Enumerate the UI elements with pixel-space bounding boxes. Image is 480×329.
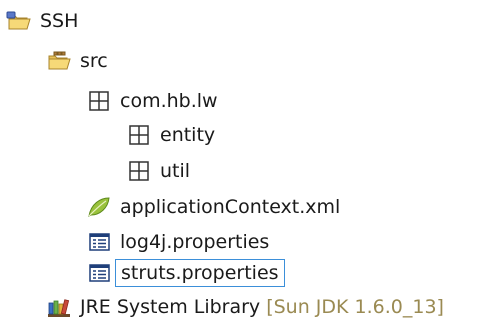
tree-node-label: util — [160, 160, 191, 182]
spring-leaf-icon — [86, 194, 112, 220]
tree-node-package-com-hb-lw[interactable]: com.hb.lw — [86, 86, 218, 116]
tree-node-package-util[interactable]: util — [126, 156, 190, 186]
tree-node-project-ssh[interactable]: SSH — [6, 6, 78, 36]
package-explorer-tree: SSH src com.hb.lw entity util applicatio… — [0, 0, 480, 329]
package-icon — [126, 122, 152, 148]
tree-node-label: JRE System Library — [80, 296, 261, 318]
tree-node-label-selected: struts.properties — [115, 259, 285, 287]
tree-node-label: entity — [160, 124, 216, 146]
tree-node-package-entity[interactable]: entity — [126, 120, 215, 150]
tree-node-label: com.hb.lw — [120, 90, 218, 112]
tree-node-label: SSH — [40, 10, 79, 32]
tree-node-jre-system-library[interactable]: JRE System Library [Sun JDK 1.6.0_13] — [46, 292, 444, 322]
package-icon — [126, 158, 152, 184]
tree-node-src-folder[interactable]: src — [46, 46, 108, 76]
jre-version-annotation: [Sun JDK 1.6.0_13] — [266, 296, 444, 318]
tree-node-label: log4j.properties — [120, 231, 270, 253]
project-folder-icon — [6, 8, 32, 34]
tree-node-file-struts-properties[interactable]: struts.properties — [86, 258, 285, 288]
library-books-icon — [46, 294, 72, 320]
tree-node-label: applicationContext.xml — [120, 196, 341, 218]
package-icon — [86, 88, 112, 114]
tree-node-label: src — [80, 50, 108, 72]
source-folder-icon — [46, 48, 72, 74]
properties-file-icon — [86, 260, 112, 286]
tree-node-file-application-context[interactable]: applicationContext.xml — [86, 192, 340, 222]
properties-file-icon — [86, 229, 112, 255]
tree-node-file-log4j-properties[interactable]: log4j.properties — [86, 227, 269, 257]
